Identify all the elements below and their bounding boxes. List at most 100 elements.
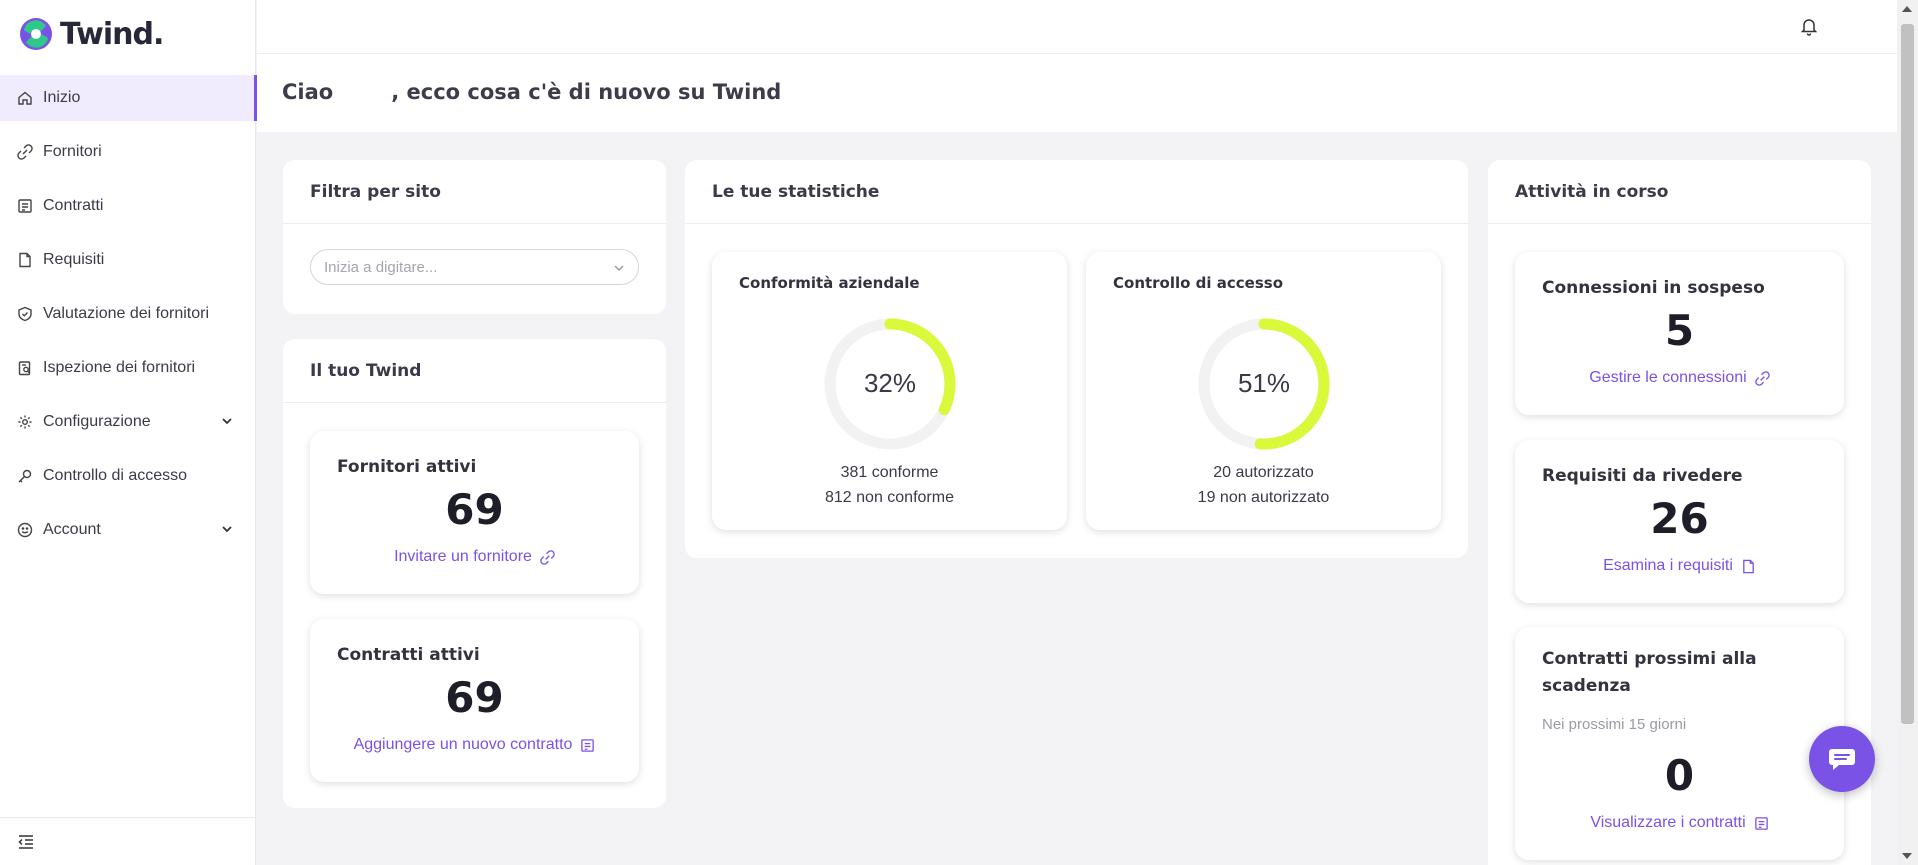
active-contracts-count: 69 [445, 673, 504, 722]
your-twind-title: Il tuo Twind [283, 339, 666, 403]
compliance-noncompliant-count: 812 non conforme [825, 489, 954, 506]
pending-connections-card: Connessioni in sospeso 5 Gestire le conn… [1515, 252, 1844, 415]
link-icon [540, 549, 555, 565]
active-contracts-title: Contratti attivi [337, 645, 480, 665]
expiring-contracts-count: 0 [1664, 751, 1695, 800]
sidebar-item-label: Ispezione dei fornitori [43, 359, 196, 376]
sidebar-item-controllo-accesso[interactable]: Controllo di accesso [0, 453, 256, 499]
sidebar-item-label: Fornitori [43, 143, 102, 160]
greeting-prefix: Ciao [282, 80, 334, 104]
link-icon [17, 144, 33, 160]
access-control-title: Controllo di accesso [1113, 274, 1284, 292]
twind-logo-icon [20, 18, 52, 50]
sidebar-nav: Inizio Fornitori Contratti Requisiti Val… [0, 75, 257, 561]
invite-supplier-label: Invitare un fornitore [394, 548, 532, 565]
access-unauthorized-count: 19 non autorizzato [1197, 489, 1330, 506]
compliance-card: Conformità aziendale 32% 381 conforme 81… [712, 252, 1067, 530]
bell-icon[interactable] [1799, 16, 1819, 36]
contract-icon [1754, 816, 1768, 830]
greeting-suffix: , ecco cosa c'è di nuovo su Twind [391, 80, 782, 104]
sidebar-item-contratti[interactable]: Contratti [0, 183, 256, 229]
compliance-title: Conformità aziendale [739, 274, 920, 292]
link-icon [1754, 370, 1770, 386]
sidebar-item-fornitori[interactable]: Fornitori [0, 129, 256, 175]
sidebar: Twind. Inizio Fornitori Contratti Requis… [0, 0, 257, 865]
access-control-percent: 51% [1237, 368, 1291, 398]
requirements-review-title: Requisiti da rivedere [1542, 466, 1743, 486]
access-control-card: Controllo di accesso 51% 20 autorizzato … [1086, 252, 1441, 530]
sidebar-item-label: Configurazione [43, 413, 151, 430]
collapse-menu-icon[interactable] [17, 834, 35, 850]
active-suppliers-title: Fornitori attivi [337, 457, 477, 477]
sidebar-item-label: Account [43, 521, 101, 538]
activities-card-title: Attività in corso [1488, 160, 1871, 224]
review-requirements-label: Esamina i requisiti [1603, 557, 1733, 574]
sidebar-item-account[interactable]: Account [0, 507, 256, 553]
chat-icon [1829, 749, 1855, 770]
home-icon [17, 90, 33, 106]
user-name-placeholder [333, 80, 391, 104]
review-requirements-link[interactable]: Esamina i requisiti [1515, 557, 1844, 575]
add-contract-link[interactable]: Aggiungere un nuovo contratto [310, 736, 639, 754]
view-contracts-label: Visualizzare i contratti [1590, 814, 1746, 831]
document-icon [1743, 559, 1754, 573]
chevron-down-icon [614, 265, 624, 272]
chevron-down-icon[interactable] [220, 414, 234, 428]
compliance-percent: 32% [863, 368, 917, 398]
sidebar-item-configurazione[interactable]: Configurazione [0, 399, 256, 445]
sidebar-item-label: Contratti [43, 197, 104, 214]
invite-supplier-link[interactable]: Invitare un fornitore [310, 548, 639, 566]
active-suppliers-count: 69 [445, 485, 504, 534]
requirements-review-card: Requisiti da rivedere 26 Esamina i requi… [1515, 440, 1844, 603]
manage-connections-link[interactable]: Gestire le connessioni [1515, 369, 1844, 387]
scrollbar-thumb[interactable] [1901, 24, 1914, 724]
page-scrollbar[interactable] [1897, 0, 1918, 865]
gear-icon [17, 414, 33, 430]
sidebar-item-requisiti[interactable]: Requisiti [0, 237, 256, 283]
scroll-down-icon[interactable] [1902, 853, 1912, 859]
sidebar-footer [0, 817, 256, 865]
site-filter-placeholder: Inizia a digitare... [324, 258, 438, 276]
filter-card-title: Filtra per sito [283, 160, 666, 224]
sidebar-item-inizio[interactable]: Inizio [0, 75, 257, 121]
brand-name: Twind. [60, 16, 164, 52]
sidebar-item-valutazione-fornitori[interactable]: Valutazione dei fornitori [0, 291, 256, 337]
user-circle-icon [17, 522, 33, 538]
your-twind-card: Il tuo Twind Fornitori attivi 69 Invitar… [283, 339, 666, 808]
site-filter-select[interactable]: Inizia a digitare... [310, 249, 639, 285]
view-contracts-link[interactable]: Visualizzare i contratti [1515, 814, 1844, 832]
document-icon [17, 252, 33, 268]
sidebar-item-label: Controllo di accesso [43, 467, 188, 484]
twind-logo[interactable]: Twind. [18, 14, 164, 54]
expiring-contracts-title: Contratti prossimi alla scadenza [1542, 649, 1757, 696]
sidebar-item-label: Valutazione dei fornitori [43, 305, 210, 322]
pending-connections-count: 5 [1664, 306, 1695, 355]
sidebar-item-ispezione-fornitori[interactable]: Ispezione dei fornitori [0, 345, 256, 391]
add-contract-label: Aggiungere un nuovo contratto [353, 736, 573, 753]
stats-card: Le tue statistiche Conformità aziendale … [685, 160, 1468, 558]
page-title: Ciao , ecco cosa c'è di nuovo su Twind [282, 80, 781, 104]
key-icon [17, 468, 33, 484]
chevron-down-icon[interactable] [220, 522, 234, 536]
greeting-bar: Ciao , ecco cosa c'è di nuovo su Twind [257, 54, 1897, 132]
active-contracts-card: Contratti attivi 69 Aggiungere un nuovo … [310, 619, 639, 782]
stats-card-title: Le tue statistiche [685, 160, 1468, 224]
shield-check-icon [17, 306, 33, 322]
clipboard-search-icon [17, 360, 33, 376]
scroll-up-icon[interactable] [1902, 6, 1912, 12]
sidebar-item-label: Requisiti [43, 251, 105, 268]
sidebar-item-label: Inizio [43, 89, 81, 106]
access-authorized-count: 20 autorizzato [1213, 464, 1314, 481]
top-bar [257, 0, 1897, 54]
contract-icon [17, 198, 33, 214]
active-suppliers-card: Fornitori attivi 69 Invitare un fornitor… [310, 431, 639, 594]
contract-icon [581, 738, 595, 752]
manage-connections-label: Gestire le connessioni [1589, 369, 1747, 386]
expiring-contracts-card: Contratti prossimi alla scadenza Nei pro… [1515, 627, 1844, 860]
chat-button[interactable] [1809, 726, 1875, 792]
requirements-review-count: 26 [1650, 494, 1709, 543]
expiring-contracts-note: Nei prossimi 15 giorni [1542, 716, 1687, 733]
filter-card: Filtra per sito Inizia a digitare... [283, 160, 666, 314]
compliance-compliant-count: 381 conforme [840, 464, 939, 481]
pending-connections-title: Connessioni in sospeso [1542, 278, 1765, 298]
